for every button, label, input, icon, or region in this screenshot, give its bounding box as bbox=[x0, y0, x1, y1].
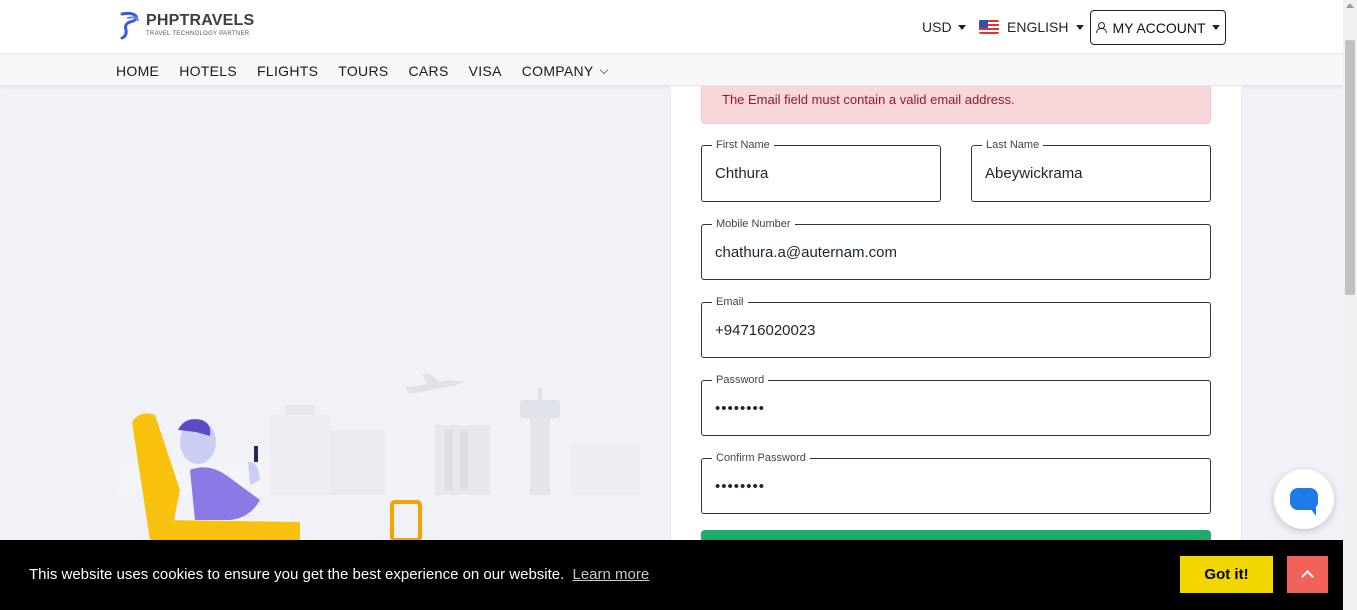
caret-down-icon bbox=[1076, 24, 1085, 30]
first-name-field: First Name bbox=[701, 137, 941, 202]
confirm-password-field: Confirm Password bbox=[701, 450, 1211, 514]
nav-item-company[interactable]: COMPANY bbox=[521, 63, 608, 79]
nav-item-cars[interactable]: CARS bbox=[409, 63, 449, 79]
language-dropdown[interactable]: ENGLISH bbox=[979, 19, 1085, 35]
email-field: Email bbox=[701, 294, 1211, 358]
top-header: PHPTRAVELS TRAVEL TECHNOLOGY PARTNER USD… bbox=[0, 0, 1343, 54]
main-navbar: HOME HOTELS FLIGHTS TOURS CARS VISA COMP… bbox=[0, 55, 1343, 86]
caret-down-icon bbox=[957, 24, 966, 30]
scroll-up-arrow-icon[interactable] bbox=[1346, 3, 1354, 8]
password-input[interactable] bbox=[715, 381, 1197, 435]
user-icon bbox=[1096, 22, 1108, 33]
scroll-to-top-button[interactable] bbox=[1287, 556, 1328, 593]
brand-tagline: TRAVEL TECHNOLOGY PARTNER bbox=[146, 31, 250, 37]
cookie-consent-bar: This website uses cookies to ensure you … bbox=[0, 540, 1343, 610]
my-account-button[interactable]: MY ACCOUNT bbox=[1090, 10, 1226, 45]
cookie-accept-button[interactable]: Got it! bbox=[1180, 556, 1273, 593]
currency-dropdown[interactable]: USD bbox=[922, 19, 966, 35]
error-alert: The Email field must contain a valid ema… bbox=[701, 86, 1211, 124]
last-name-field: Last Name bbox=[971, 137, 1211, 202]
nav-item-flights[interactable]: FLIGHTS bbox=[257, 63, 318, 79]
main-nav: HOME HOTELS FLIGHTS TOURS CARS VISA COMP… bbox=[116, 63, 627, 79]
confirm-password-input[interactable] bbox=[715, 459, 1197, 513]
nav-item-visa[interactable]: VISA bbox=[469, 63, 502, 79]
currency-label: USD bbox=[922, 19, 952, 35]
mobile-number-field: Mobile Number bbox=[701, 216, 1211, 280]
learn-more-link[interactable]: Learn more bbox=[572, 566, 649, 583]
us-flag-icon bbox=[979, 20, 999, 34]
page-scrollbar[interactable] bbox=[1343, 0, 1357, 610]
chevron-down-icon bbox=[599, 65, 608, 74]
arrow-up-icon bbox=[1301, 570, 1314, 583]
nav-item-hotels[interactable]: HOTELS bbox=[179, 63, 237, 79]
cookie-message-container: This website uses cookies to ensure you … bbox=[29, 566, 649, 583]
chat-widget-button[interactable] bbox=[1274, 469, 1334, 529]
my-account-label: MY ACCOUNT bbox=[1112, 19, 1206, 36]
chat-icon bbox=[1290, 488, 1318, 516]
traveler-illustration bbox=[115, 374, 640, 540]
cookie-message: This website uses cookies to ensure you … bbox=[29, 566, 565, 583]
nav-item-home[interactable]: HOME bbox=[116, 63, 159, 79]
brand-logo[interactable]: PHPTRAVELS TRAVEL TECHNOLOGY PARTNER bbox=[118, 10, 254, 40]
error-alert-message: The Email field must contain a valid ema… bbox=[722, 92, 1015, 107]
email-input[interactable] bbox=[715, 303, 1197, 357]
brand-name: PHPTRAVELS bbox=[146, 12, 255, 29]
scrollbar-thumb[interactable] bbox=[1345, 40, 1355, 295]
nav-item-company-label: COMPANY bbox=[521, 63, 594, 79]
last-name-input[interactable] bbox=[985, 146, 1197, 201]
caret-down-icon bbox=[1211, 25, 1220, 30]
password-field: Password bbox=[701, 372, 1211, 436]
logo-mark-icon bbox=[120, 11, 139, 40]
mobile-number-input[interactable] bbox=[715, 225, 1197, 279]
language-label: ENGLISH bbox=[1007, 19, 1069, 35]
first-name-input[interactable] bbox=[715, 146, 927, 201]
nav-item-tours[interactable]: TOURS bbox=[338, 63, 388, 79]
